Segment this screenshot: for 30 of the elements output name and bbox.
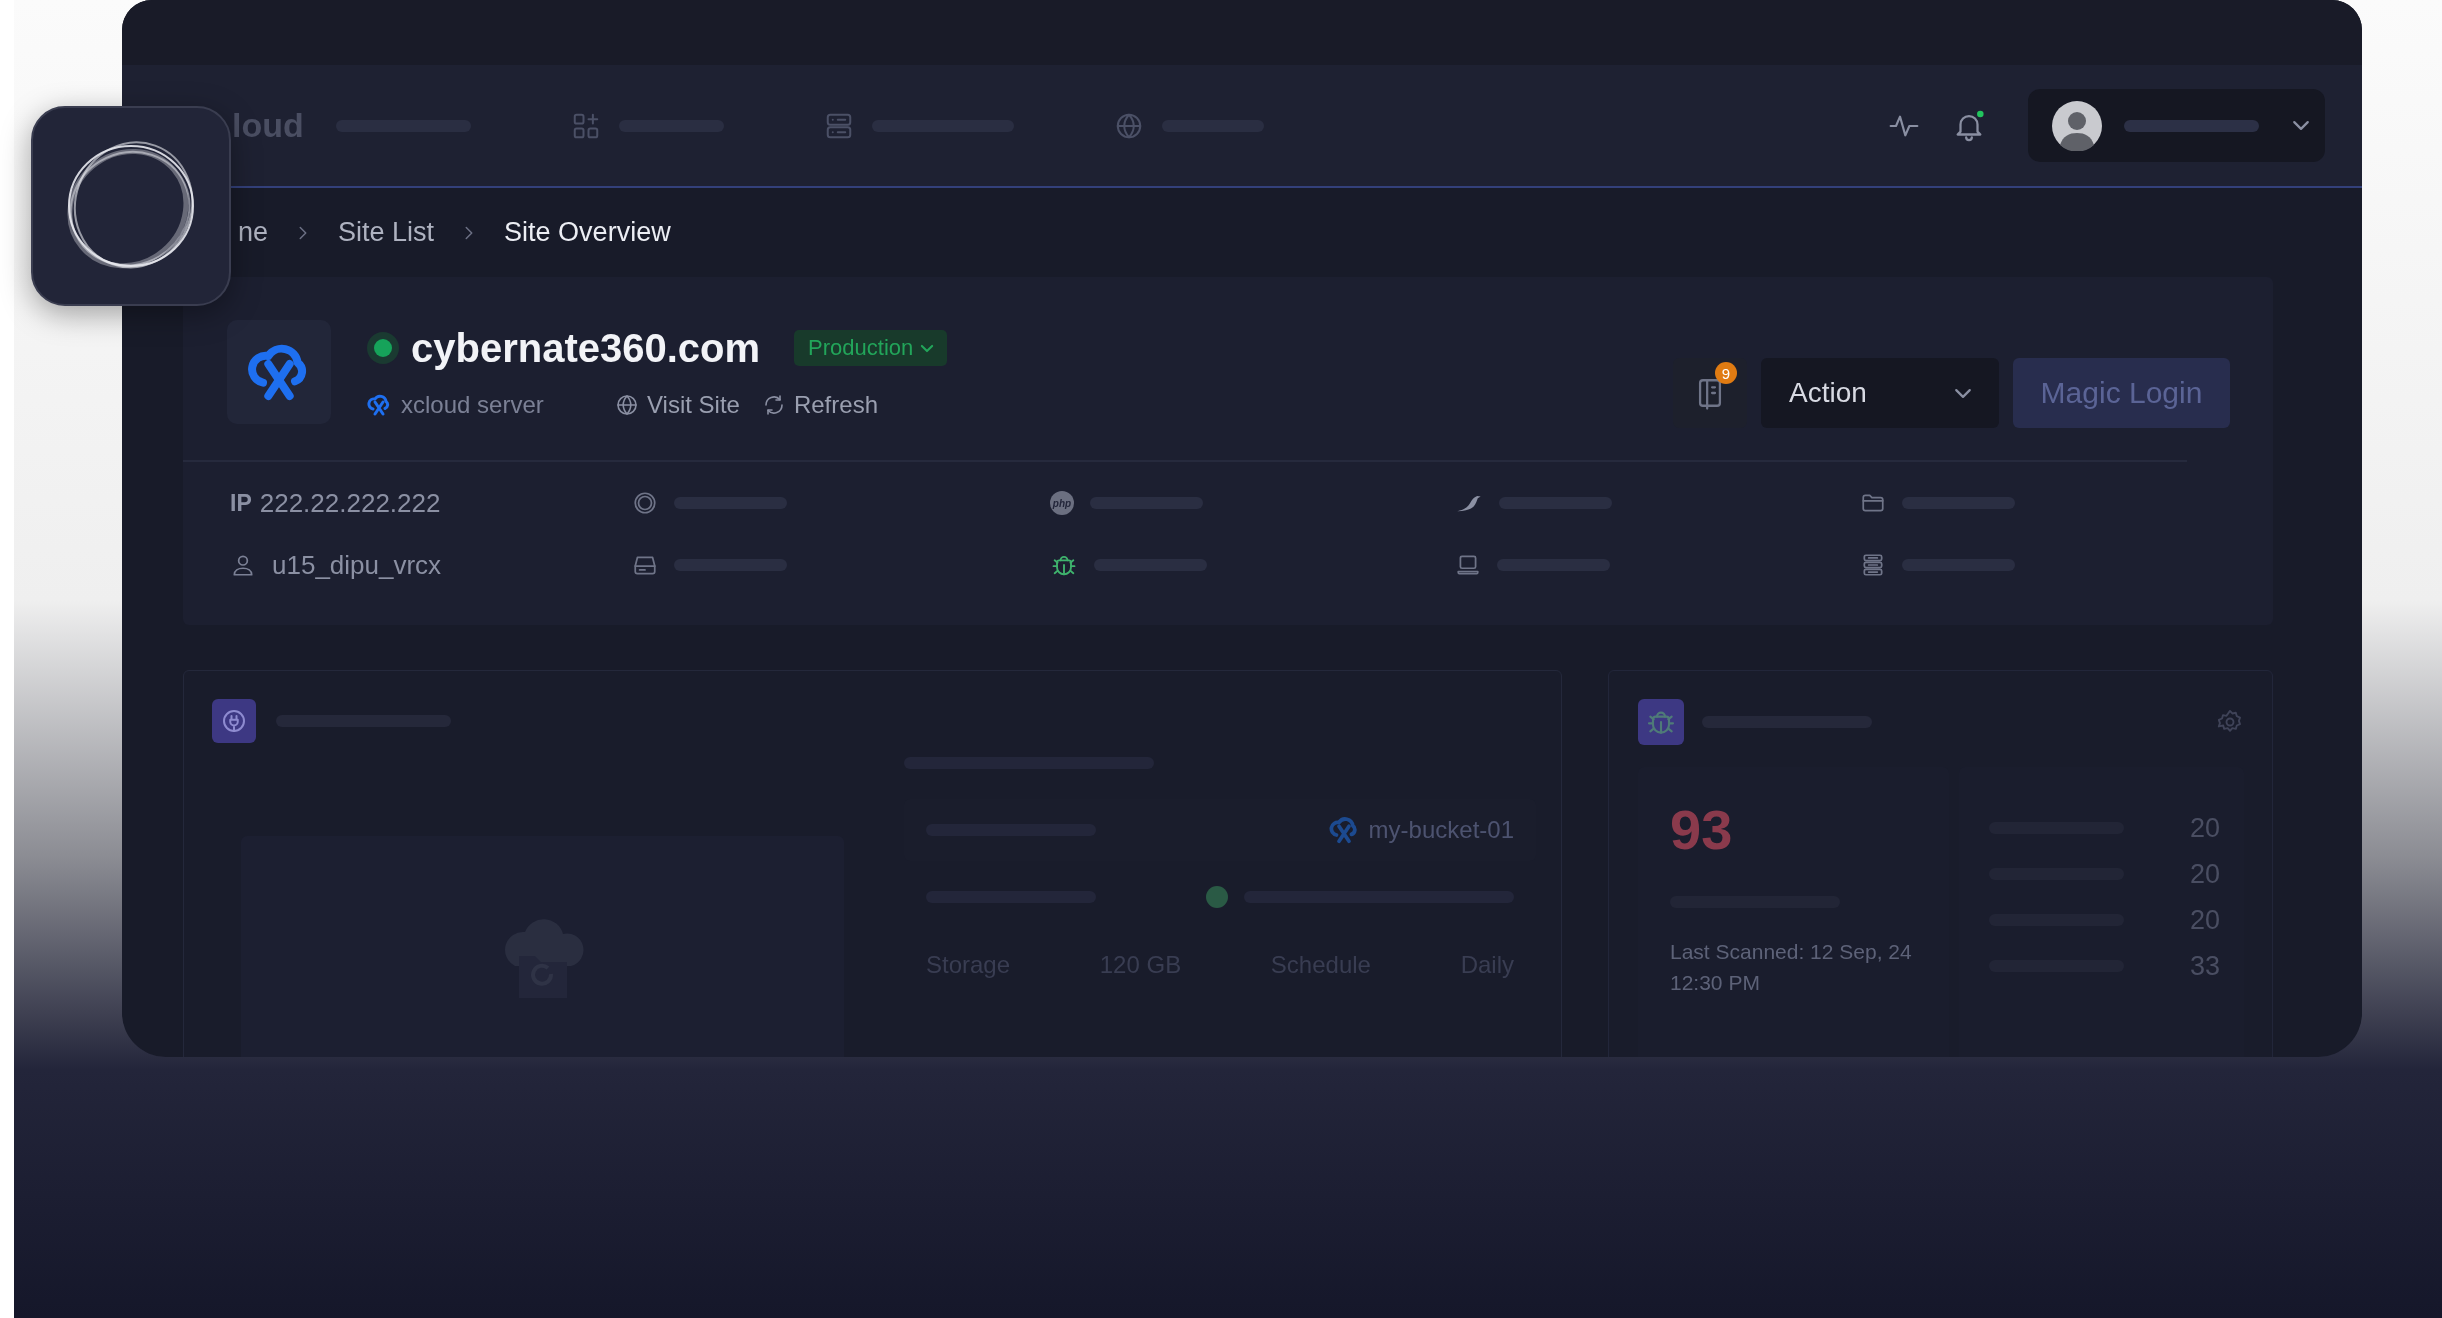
logo-icon	[632, 490, 658, 516]
server-name: xcloud server	[401, 391, 544, 419]
security-score: 93	[1670, 797, 1734, 862]
refresh-link[interactable]: Refresh	[761, 391, 878, 419]
ip-label: IP	[230, 489, 252, 517]
laptop-icon	[1455, 552, 1481, 578]
count-badge: 9	[1715, 362, 1737, 384]
visit-site-link[interactable]: Visit Site	[615, 391, 740, 419]
status-dot	[1206, 886, 1228, 908]
last-scanned-text: Last Scanned: 12 Sep, 24 12:30 PM	[1670, 939, 1913, 996]
bucket-name: my-bucket-01	[1368, 816, 1514, 844]
cloud-logo-icon	[1328, 815, 1359, 845]
breadcrumb-link[interactable]: Site List	[338, 217, 435, 248]
chevron-down-icon	[2293, 121, 2309, 130]
cloud-logo-icon	[367, 393, 391, 417]
breadcrumb-link[interactable]: ne	[238, 217, 269, 248]
environment-dropdown[interactable]: Production	[794, 330, 948, 366]
php-badge: php	[1050, 491, 1074, 515]
chevron-down-icon	[1955, 388, 1971, 398]
app-icon[interactable]	[31, 106, 231, 306]
ip-address: 222.22.222.222	[259, 487, 441, 519]
site-name: cybernate360.com	[411, 325, 761, 371]
user-menu[interactable]	[2028, 89, 2325, 162]
globe-icon	[615, 393, 639, 417]
breadcrumb-link[interactable]: Site Overview	[504, 217, 671, 248]
stack-icon	[1860, 552, 1886, 578]
chevron-down-icon	[921, 344, 934, 352]
avatar	[2052, 100, 2102, 151]
action-dropdown[interactable]: Action	[1761, 358, 1999, 428]
username: u15_dipu_vrcx	[272, 549, 442, 581]
